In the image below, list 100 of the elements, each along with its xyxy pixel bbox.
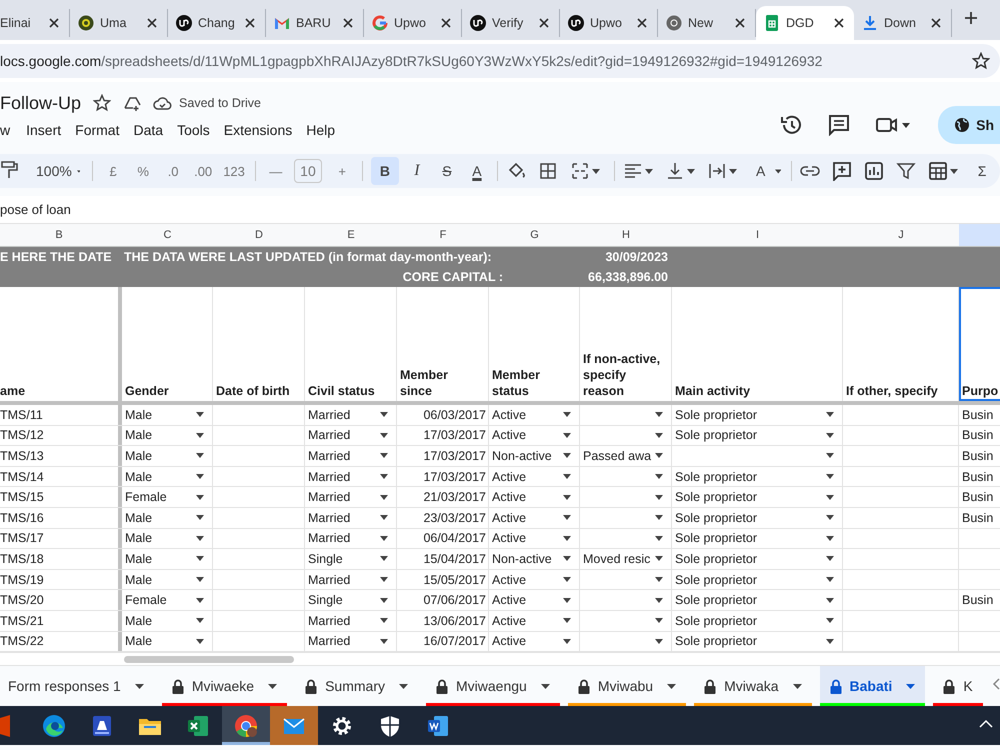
- caret-icon[interactable]: [76, 168, 80, 174]
- caret-icon[interactable]: [655, 474, 663, 480]
- caret-icon[interactable]: [540, 684, 550, 689]
- caret-icon[interactable]: [268, 684, 278, 689]
- table-row[interactable]: TMS/13 Male Married 17/03/2017 Non-active Passed awa Busin: [0, 446, 1000, 467]
- scrollbar-thumb[interactable]: [124, 656, 294, 663]
- strikethrough-button[interactable]: S: [434, 157, 459, 185]
- sheet-tab[interactable]: Mviwaka: [694, 666, 812, 706]
- browser-tab[interactable]: Uma: [70, 9, 168, 37]
- menu-item[interactable]: Extensions: [216, 122, 300, 138]
- cloud-check-icon[interactable]: [153, 94, 174, 112]
- format-button[interactable]: %: [131, 157, 156, 185]
- close-icon[interactable]: [439, 16, 453, 30]
- caret-icon[interactable]: [826, 598, 834, 603]
- browser-tab[interactable]: New: [658, 9, 756, 37]
- history-icon[interactable]: [780, 114, 802, 136]
- caret-icon[interactable]: [380, 556, 388, 562]
- caret-icon[interactable]: [196, 618, 204, 624]
- caret-icon[interactable]: [826, 556, 834, 562]
- caret-icon[interactable]: [380, 536, 388, 541]
- close-icon[interactable]: [537, 16, 551, 30]
- table-icon[interactable]: [928, 161, 948, 181]
- caret-icon[interactable]: [380, 577, 388, 582]
- caret-icon[interactable]: [826, 515, 834, 520]
- caret-icon[interactable]: [398, 684, 408, 689]
- menu-item[interactable]: Help: [299, 122, 342, 138]
- column-header[interactable]: B: [0, 224, 118, 246]
- caret-icon[interactable]: [563, 556, 571, 562]
- table-row[interactable]: TMS/21 Male Married 13/06/2017 Active Sole proprietor: [0, 610, 1000, 632]
- browser-tab[interactable]: Upwo: [560, 9, 658, 37]
- address-bar[interactable]: locs.google.com/spreadsheets/d/11WpML1gpagpbXhRAIJAzy8DtR7kSUg60Y3WzWxY5k2s/edit?gid=1949126932#gid=1949126932: [0, 44, 1000, 78]
- caret-icon[interactable]: [644, 168, 653, 174]
- borders-icon[interactable]: [538, 161, 558, 181]
- caret-icon[interactable]: [826, 432, 834, 438]
- caret-icon[interactable]: [655, 536, 663, 541]
- table-row[interactable]: TMS/20 Female Single 07/06/2017 Active Sole proprietor Busin: [0, 590, 1000, 611]
- caret-icon[interactable]: [826, 618, 834, 624]
- italic-button[interactable]: I: [404, 157, 429, 185]
- caret-icon[interactable]: [826, 577, 834, 582]
- caret-icon[interactable]: [196, 536, 204, 541]
- caret-icon[interactable]: [196, 638, 204, 644]
- menu-item[interactable]: w: [0, 122, 20, 138]
- caret-icon[interactable]: [774, 168, 782, 174]
- caret-icon[interactable]: [563, 536, 571, 541]
- caret-icon[interactable]: [728, 168, 737, 174]
- caret-icon[interactable]: [667, 684, 676, 689]
- browser-tab[interactable]: Upwo: [364, 9, 462, 37]
- caret-icon[interactable]: [950, 168, 958, 174]
- caret-icon[interactable]: [380, 494, 388, 500]
- sheet-tab[interactable]: Mviwaengu: [426, 666, 560, 706]
- caret-icon[interactable]: [686, 168, 695, 174]
- caret-icon[interactable]: [792, 684, 802, 689]
- browser-tab[interactable]: Chang: [168, 9, 266, 37]
- caret-icon[interactable]: [380, 412, 388, 418]
- caret-icon[interactable]: [655, 432, 663, 438]
- close-icon[interactable]: [341, 16, 355, 30]
- caret-icon[interactable]: [655, 556, 663, 562]
- format-button[interactable]: 123: [221, 157, 247, 185]
- table-row[interactable]: TMS/19 Male Married 15/05/2017 Active Sole proprietor: [0, 570, 1000, 590]
- chevron-up-icon[interactable]: [978, 718, 994, 730]
- table-row[interactable]: TMS/12 Male Married 17/03/2017 Active Sole proprietor Busin: [0, 426, 1000, 446]
- caret-icon[interactable]: [563, 598, 571, 603]
- caret-icon[interactable]: [380, 598, 388, 603]
- caret-icon[interactable]: [826, 474, 834, 480]
- caret-icon[interactable]: [380, 638, 388, 644]
- caret-icon[interactable]: [196, 494, 204, 500]
- format-button[interactable]: .0: [161, 157, 186, 185]
- browser-tab[interactable]: BARU: [266, 9, 364, 37]
- star-icon[interactable]: [93, 94, 112, 112]
- taskbar-button[interactable]: [222, 706, 270, 746]
- caret-icon[interactable]: [655, 515, 663, 520]
- column-header[interactable]: J: [843, 224, 959, 246]
- new-tab-icon[interactable]: [964, 11, 978, 25]
- caret-icon[interactable]: [196, 453, 204, 458]
- caret-icon[interactable]: [380, 515, 388, 520]
- column-header[interactable]: D: [213, 224, 305, 246]
- bold-button[interactable]: B: [370, 157, 399, 185]
- close-icon[interactable]: [145, 16, 159, 30]
- paint-format-icon[interactable]: [0, 160, 18, 180]
- caret-icon[interactable]: [196, 577, 204, 582]
- caret-icon[interactable]: [563, 515, 571, 520]
- caret-icon[interactable]: [826, 638, 834, 644]
- menu-item[interactable]: Tools: [170, 122, 217, 138]
- caret-icon[interactable]: [380, 432, 388, 438]
- column-header[interactable]: G: [489, 224, 580, 246]
- star-icon[interactable]: [972, 52, 990, 70]
- decrease-font-button[interactable]: —: [264, 157, 288, 185]
- caret-icon[interactable]: [380, 474, 388, 480]
- caret-icon[interactable]: [826, 453, 834, 458]
- close-icon[interactable]: [832, 16, 846, 30]
- caret-icon[interactable]: [563, 453, 571, 458]
- close-icon[interactable]: [243, 16, 257, 30]
- caret-icon[interactable]: [655, 577, 663, 582]
- caret-icon[interactable]: [655, 618, 663, 624]
- text-wrap-icon[interactable]: [706, 161, 727, 181]
- sheet-tab[interactable]: Mviwabu: [568, 666, 686, 706]
- increase-font-button[interactable]: +: [330, 157, 354, 185]
- caret-icon[interactable]: [655, 598, 663, 603]
- functions-button[interactable]: Σ: [970, 157, 994, 185]
- caret-icon[interactable]: [196, 474, 204, 480]
